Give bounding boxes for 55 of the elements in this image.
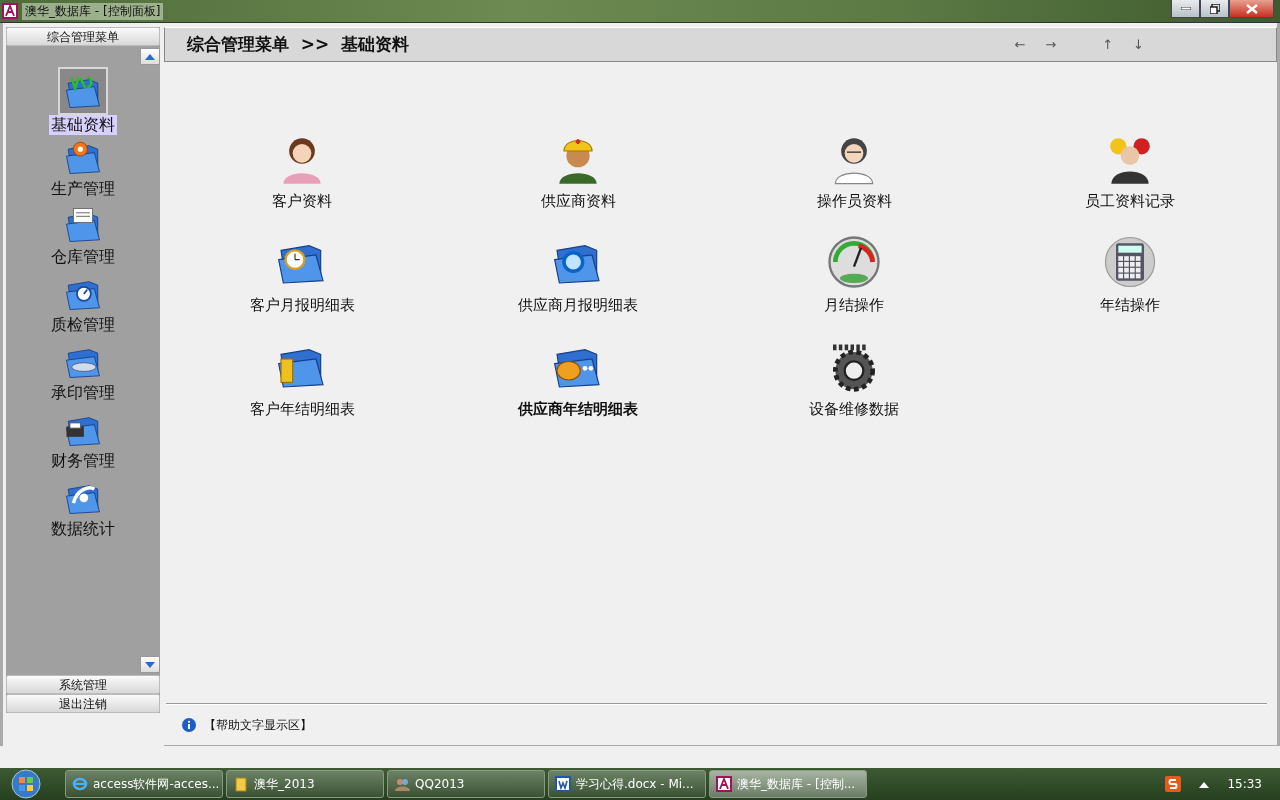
window-title: 澳华_数据库 - [控制面板] xyxy=(22,2,164,20)
sidebar-item[interactable]: 仓库管理 xyxy=(49,203,117,271)
minimize-icon xyxy=(1180,7,1191,10)
input-method-icon[interactable] xyxy=(1165,776,1182,792)
tile-label[interactable]: 月结操作 xyxy=(824,296,884,315)
clock: 15:33 xyxy=(1227,777,1262,791)
sidebar-item[interactable]: 生产管理 xyxy=(49,135,117,203)
tile-label[interactable]: 客户月报明细表 xyxy=(249,296,355,315)
scroll-up-button[interactable] xyxy=(140,48,160,65)
tile-label[interactable]: 设备维修数据 xyxy=(809,400,899,419)
sidebar-item[interactable]: 数据统计 xyxy=(49,475,117,543)
tile-label[interactable]: 客户年结明细表 xyxy=(249,400,355,419)
browser-icon xyxy=(72,776,88,792)
access-logo-icon xyxy=(2,3,18,19)
sidebar-item[interactable]: 承印管理 xyxy=(49,339,117,407)
sidebar-item[interactable]: 质检管理 xyxy=(49,271,117,339)
close-button[interactable] xyxy=(1229,0,1274,18)
tile-label[interactable]: 客户资料 xyxy=(272,192,332,211)
sidebar-item[interactable]: 基础资料 xyxy=(49,67,117,135)
taskbar-button[interactable]: QQ2013 xyxy=(387,770,545,798)
down-arrow-icon xyxy=(145,661,155,668)
tray-expand-icon[interactable] xyxy=(1199,780,1210,788)
taskbar-button[interactable]: access软件网-acces... xyxy=(65,770,223,798)
sidebar-item[interactable]: 财务管理 xyxy=(49,407,117,475)
breadcrumb-text: 综合管理菜单 >> 基础资料 xyxy=(187,33,410,56)
chat-icon xyxy=(394,776,410,792)
tile-label[interactable]: 供应商资料 xyxy=(540,192,616,211)
folder-icon xyxy=(233,776,249,792)
up-arrow-icon xyxy=(145,53,155,60)
minimize-button[interactable] xyxy=(1171,0,1200,18)
tile-label[interactable]: 年结操作 xyxy=(1100,296,1160,315)
help-text: 【帮助文字显示区】 xyxy=(204,716,312,734)
tile-label[interactable]: 员工资料记录 xyxy=(1085,192,1175,211)
tile-label[interactable]: 供应商月报明细表 xyxy=(518,296,638,315)
nav-arrow-button[interactable]: ↑ xyxy=(1098,37,1118,52)
sidebar-header[interactable]: 综合管理菜单 xyxy=(6,27,160,46)
calculator-icon[interactable] xyxy=(1102,234,1158,290)
access-icon xyxy=(716,776,732,792)
restore-icon xyxy=(1209,3,1220,14)
folder-letters-icon xyxy=(58,67,108,115)
restore-button[interactable] xyxy=(1200,0,1229,18)
tile-label[interactable]: 供应商年结明细表 xyxy=(518,400,638,419)
nav-arrow-button[interactable]: ↓ xyxy=(1129,37,1148,52)
sidebar-button[interactable]: 退出注销 xyxy=(6,694,160,713)
scroll-down-button[interactable] xyxy=(140,656,160,673)
nav-arrow-button[interactable]: → xyxy=(1041,37,1061,52)
nav-arrow-button[interactable]: ← xyxy=(1010,37,1030,52)
info-icon xyxy=(182,718,196,732)
sidebar-button[interactable]: 系统管理 xyxy=(6,675,160,694)
taskbar-button[interactable]: 学习心得.docx - Mi... xyxy=(548,770,706,798)
close-icon xyxy=(1245,3,1258,14)
gauge-icon[interactable] xyxy=(826,234,882,290)
word-icon xyxy=(555,776,571,792)
tile-label[interactable]: 操作员资料 xyxy=(816,192,892,211)
taskbar-button[interactable]: 澳华_2013 xyxy=(226,770,384,798)
